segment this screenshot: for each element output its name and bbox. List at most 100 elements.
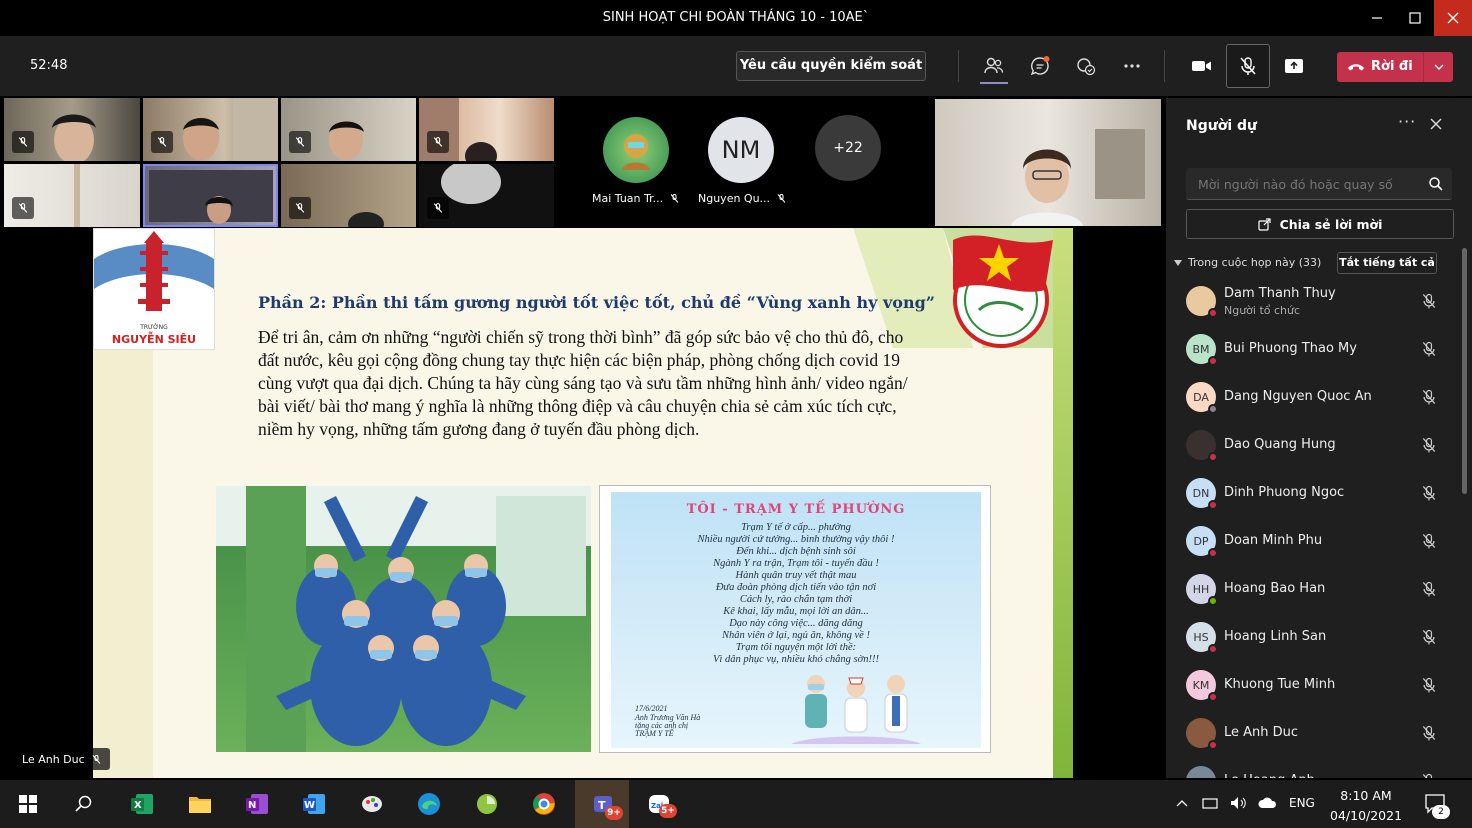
- onenote-app-icon[interactable]: N: [241, 788, 273, 820]
- edge-browser-icon[interactable]: [413, 788, 445, 820]
- video-tile[interactable]: [4, 164, 140, 227]
- participant-row[interactable]: Le Anh Duc: [1166, 712, 1460, 760]
- file-explorer-icon[interactable]: [184, 788, 216, 820]
- notification-center-icon[interactable]: 2: [1424, 792, 1450, 819]
- participant-row[interactable]: Le Hoang Anh: [1166, 760, 1460, 778]
- avatar[interactable]: NM: [708, 117, 774, 183]
- participant-row[interactable]: DN Dinh Phuong Ngoc: [1166, 472, 1460, 520]
- excel-app-icon[interactable]: X: [126, 788, 158, 820]
- panel-scrollbar[interactable]: [1462, 248, 1467, 494]
- participant-name: Khuong Tue Minh: [1224, 677, 1336, 692]
- people-icon[interactable]: [978, 50, 1010, 82]
- poem-line: Kê khai, lấy mẫu, mọi lời an dân...: [723, 606, 869, 617]
- request-control-button[interactable]: Yêu cầu quyền kiểm soát: [736, 51, 926, 81]
- mic-off-icon[interactable]: [1420, 772, 1438, 778]
- search-icon[interactable]: [68, 788, 100, 820]
- network-icon[interactable]: [1202, 796, 1220, 813]
- word-app-icon[interactable]: W: [298, 788, 330, 820]
- video-tile[interactable]: [419, 164, 554, 227]
- poem-line: Vì dân phục vụ, nhiều khó chẳng sờn!!!: [713, 654, 879, 665]
- poem-line: Dạo này công việc... dăng dăng: [729, 618, 863, 629]
- window-title: SINH HOẠT CHI ĐOÀN THÁNG 10 - 10AE`: [602, 10, 870, 25]
- participant-row[interactable]: DP Doan Minh Phu: [1166, 520, 1460, 568]
- participant-name-strip: Mai Tuan Tr...: [592, 192, 680, 205]
- start-windows-icon[interactable]: [12, 788, 44, 820]
- close-panel-icon[interactable]: [1424, 112, 1448, 136]
- teams-app-icon[interactable]: T 9+: [575, 780, 629, 828]
- participant-name: Le Hoang Anh: [1224, 773, 1315, 778]
- chrome-browser-icon[interactable]: [528, 788, 560, 820]
- minimize-button[interactable]: [1358, 0, 1396, 36]
- show-hidden-icons[interactable]: [1176, 796, 1188, 810]
- video-tile-large[interactable]: [935, 99, 1161, 226]
- reactions-icon[interactable]: [1070, 50, 1102, 82]
- mic-off-icon[interactable]: [1420, 532, 1438, 550]
- poem-line: Trạm Y tế ở cấp... phường: [741, 522, 851, 533]
- search-icon[interactable]: [1428, 176, 1444, 192]
- mic-off-icon: [777, 194, 786, 203]
- participant-row[interactable]: Dao Quang Hung: [1166, 424, 1460, 472]
- leave-options-dropdown[interactable]: [1423, 52, 1453, 82]
- poem-line: Cách ly, rào chắn tạm thời: [739, 594, 853, 605]
- toolbar-divider: [958, 50, 959, 82]
- avatar[interactable]: [603, 117, 669, 183]
- chevron-down-icon: [1434, 64, 1443, 70]
- video-tile[interactable]: [419, 98, 554, 161]
- green-app-icon[interactable]: [471, 788, 503, 820]
- teams-badge: 9+: [605, 806, 623, 820]
- participant-list: Dam Thanh Thuy Người tổ chức BM Bui Phuong …: [1166, 280, 1460, 778]
- mic-off-icon[interactable]: [1420, 676, 1438, 694]
- participant-row[interactable]: BM Bui Phuong Thao My: [1166, 328, 1460, 376]
- participant-name: Hoang Bao Han: [1224, 581, 1326, 596]
- avatar: [1186, 766, 1216, 778]
- video-tile-active-speaker[interactable]: [143, 164, 278, 227]
- mic-off-icon[interactable]: [1420, 436, 1438, 454]
- invite-search-input[interactable]: [1186, 168, 1422, 200]
- school-logo: TRƯỜNG NGUYỄN SIÊU: [93, 228, 215, 350]
- more-actions-icon[interactable]: [1116, 50, 1148, 82]
- paint-app-icon[interactable]: [356, 788, 388, 820]
- chat-icon[interactable]: [1024, 50, 1056, 82]
- participant-row[interactable]: KM Khuong Tue Minh: [1166, 664, 1460, 712]
- participant-row[interactable]: HH Hoang Bao Han: [1166, 568, 1460, 616]
- mic-off-icon[interactable]: [1420, 388, 1438, 406]
- participant-row[interactable]: HS Hoang Linh San: [1166, 616, 1460, 664]
- maximize-button[interactable]: [1396, 0, 1434, 36]
- close-window-button[interactable]: [1434, 0, 1472, 36]
- zalo-badge: 5+: [659, 804, 677, 818]
- mic-off-icon[interactable]: [1420, 484, 1438, 502]
- avatar: HH: [1186, 574, 1218, 606]
- onedrive-icon[interactable]: [1258, 796, 1278, 813]
- mic-off-icon[interactable]: [1420, 340, 1438, 358]
- mic-off-icon[interactable]: [1420, 580, 1438, 598]
- mute-all-button[interactable]: Tắt tiếng tất cả: [1337, 252, 1437, 274]
- poem-line: Ngành Y ra trận, Trạm tôi - tuyến đầu !: [713, 558, 879, 569]
- mic-off-icon[interactable]: [1420, 292, 1438, 310]
- zalo-app-icon[interactable]: Zalo 5+: [643, 788, 677, 820]
- mic-off-icon: [1240, 57, 1256, 75]
- presence-status-icon: [1208, 740, 1218, 750]
- leave-meeting-button[interactable]: Rời đi: [1337, 52, 1453, 82]
- share-invite-button[interactable]: Chia sẻ lời mời: [1186, 209, 1454, 239]
- mute-microphone-button[interactable]: [1226, 44, 1270, 88]
- input-language[interactable]: ENG: [1289, 796, 1315, 810]
- more-participants-button[interactable]: +22: [815, 115, 881, 181]
- video-tile[interactable]: [281, 164, 416, 227]
- camera-icon[interactable]: [1186, 50, 1218, 82]
- participant-name: Le Anh Duc: [1224, 725, 1299, 740]
- panel-more-icon[interactable]: ···: [1398, 112, 1416, 131]
- mic-off-icon[interactable]: [1420, 724, 1438, 742]
- video-tile[interactable]: [4, 98, 140, 161]
- video-tile[interactable]: [143, 98, 278, 161]
- participant-row[interactable]: Dam Thanh Thuy Người tổ chức: [1166, 280, 1460, 328]
- avatar: DA: [1186, 382, 1218, 414]
- video-tile[interactable]: [281, 98, 416, 161]
- in-meeting-section-toggle[interactable]: Trong cuộc họp này (33): [1174, 256, 1321, 269]
- people-active-indicator: [980, 82, 1008, 84]
- share-screen-icon[interactable]: [1278, 50, 1310, 82]
- presentation-slide: TRƯỜNG NGUYỄN SIÊU Phần 2: Phần thi tấm …: [93, 228, 1073, 778]
- participant-row[interactable]: DA Dang Nguyen Quoc An: [1166, 376, 1460, 424]
- mic-off-icon[interactable]: [1420, 628, 1438, 646]
- system-clock[interactable]: 8:10 AM 04/10/2021: [1330, 786, 1402, 826]
- volume-icon[interactable]: [1230, 796, 1248, 813]
